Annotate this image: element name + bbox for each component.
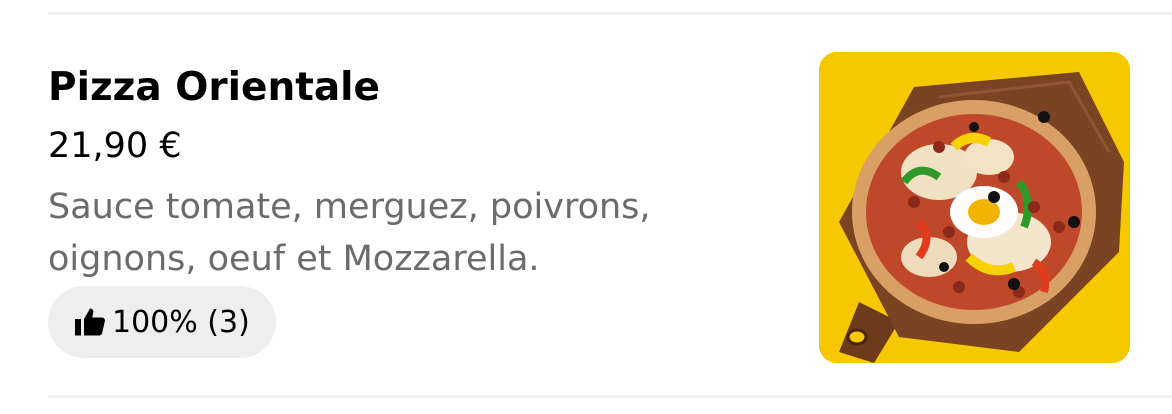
item-description: Sauce tomate, merguez, poivrons, oignons… (48, 187, 651, 279)
item-image[interactable] (819, 52, 1130, 363)
rating-badge: 100% (3) (48, 286, 276, 358)
item-price: 21,90 € (48, 126, 182, 166)
item-title: Pizza Orientale (48, 65, 380, 110)
divider-bottom (48, 395, 1172, 398)
rating-text: 100% (3) (112, 304, 250, 340)
divider-top (48, 12, 1172, 15)
menu-item-card[interactable]: Pizza Orientale 21,90 € Sauce tomate, me… (0, 16, 1172, 394)
thumbs-up-icon (72, 304, 108, 340)
